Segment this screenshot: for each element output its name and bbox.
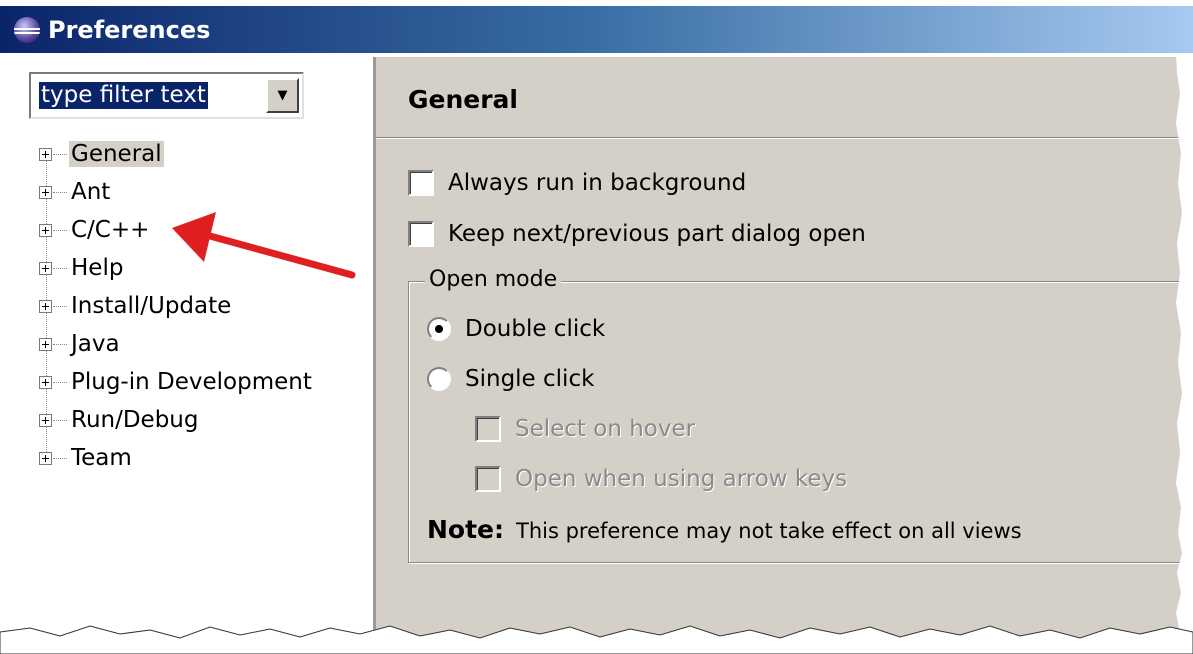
open-mode-group: Open mode Double click Single click Sele… (408, 267, 1193, 563)
note-label: Note: (427, 515, 505, 544)
select-on-hover-label: Select on hover (515, 416, 696, 442)
always-run-background-option[interactable]: Always run in background (408, 170, 746, 196)
open-mode-legend: Open mode (425, 267, 562, 292)
double-click-label: Double click (465, 316, 606, 342)
note-text: This preference may not take effect on a… (516, 519, 1022, 543)
select-on-hover-checkbox (475, 416, 501, 442)
expand-plus-icon[interactable] (39, 375, 52, 389)
title-bar: Preferences (0, 6, 1193, 53)
open-arrow-keys-label: Open when using arrow keys (515, 466, 848, 492)
expand-plus-icon[interactable] (39, 451, 52, 465)
expand-plus-icon[interactable] (39, 223, 52, 237)
tree-item-label: Help (71, 255, 124, 281)
filter-input[interactable]: type filter text (39, 82, 208, 109)
select-on-hover-option: Select on hover (475, 416, 695, 442)
open-arrow-keys-checkbox (475, 466, 501, 492)
tree-item-help[interactable]: Help (12, 251, 125, 285)
tree-item-label: General (69, 141, 164, 167)
tree-item-install-update[interactable]: Install/Update (12, 289, 233, 323)
tree-item-team[interactable]: Team (12, 441, 134, 475)
tree-item-label: Install/Update (71, 293, 232, 319)
single-click-label: Single click (465, 366, 595, 392)
note: Note: This preference may not take effec… (427, 515, 1022, 544)
tree-item-label: Ant (71, 179, 111, 205)
tree-item-label: Team (71, 445, 132, 471)
page-title: General (408, 85, 518, 114)
dropdown-arrow-icon: ▼ (277, 88, 288, 103)
preference-page: General Always run in background Keep ne… (376, 57, 1193, 654)
tree-item-general[interactable]: General (12, 137, 164, 171)
tree-item-cpp[interactable]: C/C++ (12, 213, 151, 247)
keep-dialog-open-label: Keep next/previous part dialog open (448, 221, 866, 247)
tree-item-label: Run/Debug (71, 407, 199, 433)
open-arrow-keys-option: Open when using arrow keys (475, 466, 847, 492)
tree-item-java[interactable]: Java (12, 327, 122, 361)
tree-item-label: Plug-in Development (71, 369, 312, 395)
tree-item-run-debug[interactable]: Run/Debug (12, 403, 201, 437)
expand-plus-icon[interactable] (39, 147, 52, 161)
window-title: Preferences (48, 15, 211, 44)
tree-item-label: C/C++ (71, 217, 150, 243)
keep-dialog-open-option[interactable]: Keep next/previous part dialog open (408, 221, 866, 247)
double-click-option[interactable]: Double click (427, 316, 605, 342)
expand-plus-icon[interactable] (39, 413, 52, 427)
keep-dialog-open-checkbox[interactable] (408, 221, 434, 247)
always-run-background-checkbox[interactable] (408, 170, 434, 196)
tree-item-ant[interactable]: Ant (12, 175, 112, 209)
header-separator (376, 137, 1193, 139)
double-click-radio[interactable] (427, 317, 451, 341)
always-run-background-label: Always run in background (448, 170, 747, 196)
left-pane: type filter text ▼ General Ant C/C++ Hel… (12, 57, 376, 654)
eclipse-icon (14, 16, 40, 43)
tree-item-plugin-development[interactable]: Plug-in Development (12, 365, 314, 399)
expand-plus-icon[interactable] (39, 337, 52, 351)
filter-dropdown-button[interactable]: ▼ (266, 78, 299, 113)
expand-plus-icon[interactable] (39, 299, 52, 313)
single-click-option[interactable]: Single click (427, 366, 594, 392)
filter-combo[interactable]: type filter text ▼ (29, 72, 304, 119)
expand-plus-icon[interactable] (39, 185, 52, 199)
tree-item-label: Java (71, 331, 120, 357)
single-click-radio[interactable] (427, 367, 451, 391)
expand-plus-icon[interactable] (39, 261, 52, 275)
